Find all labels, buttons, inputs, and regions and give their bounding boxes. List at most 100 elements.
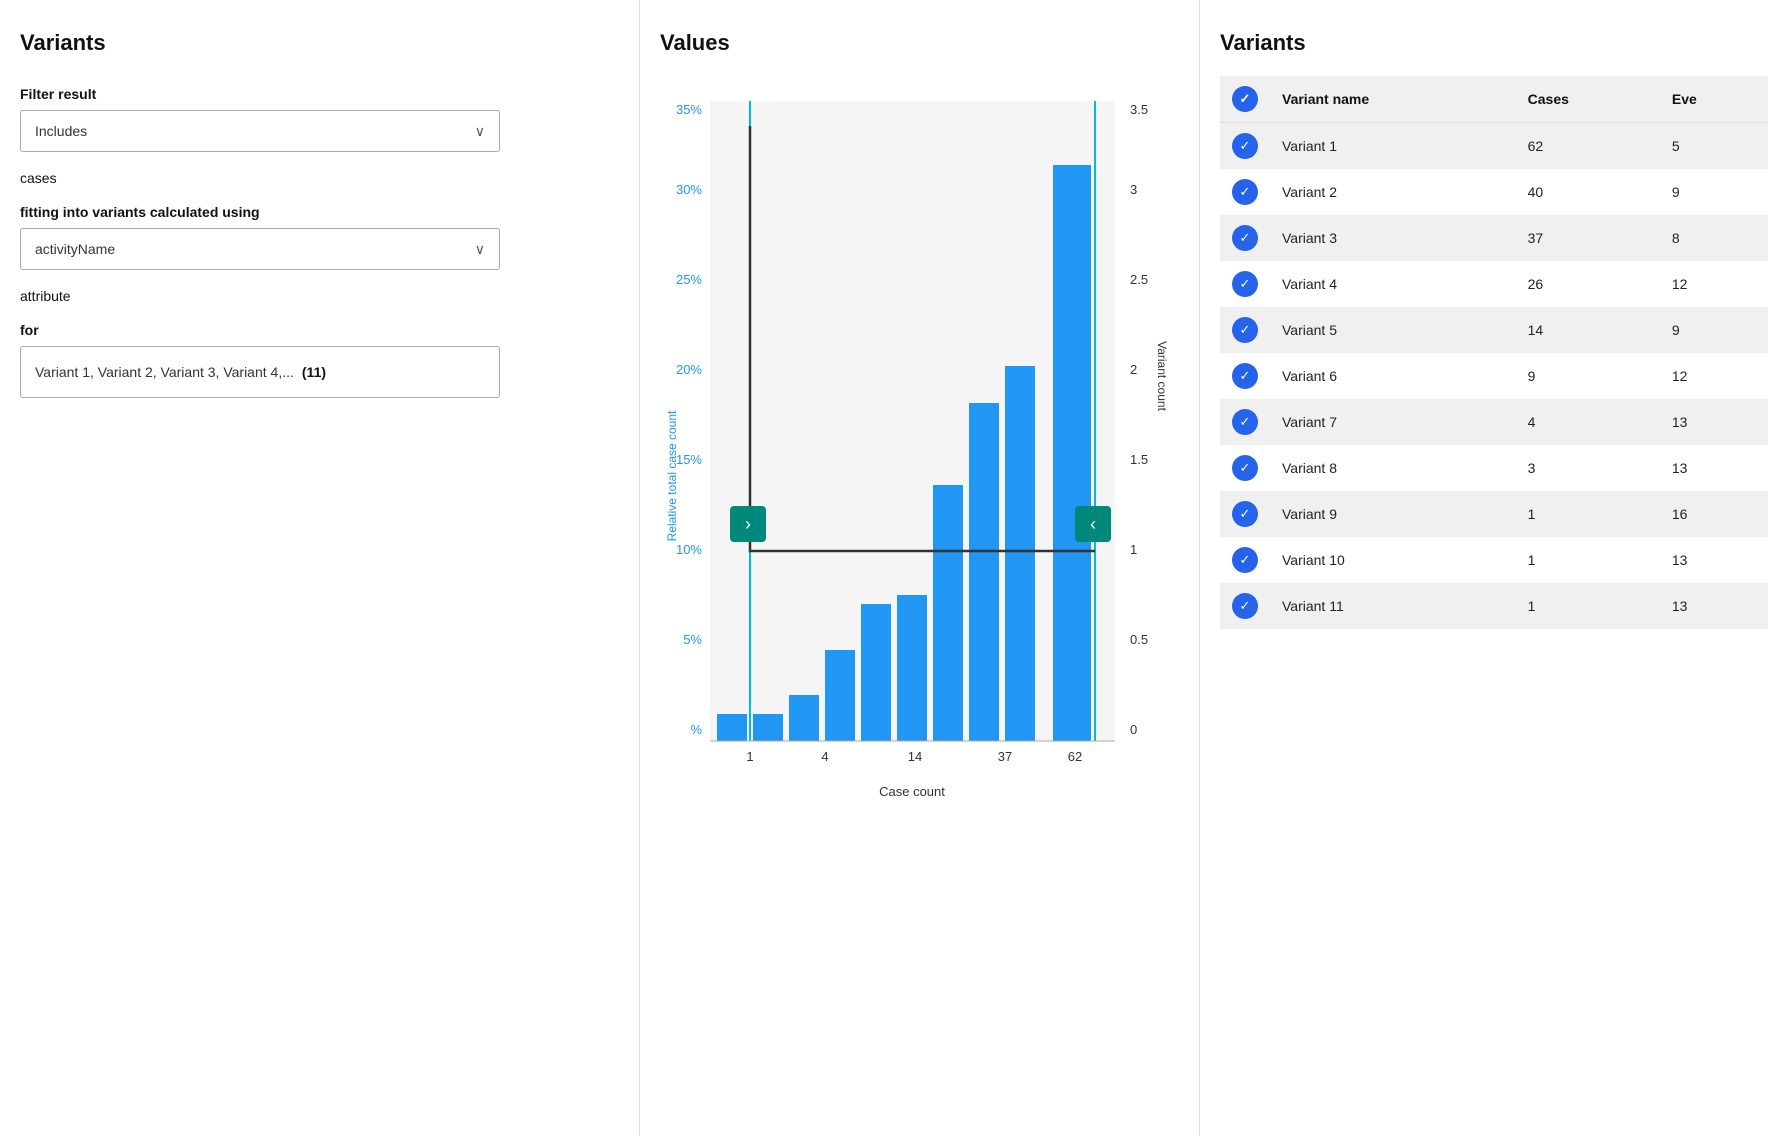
row-check-cell: ✓ — [1220, 123, 1270, 170]
row-variant-name: Variant 10 — [1270, 537, 1516, 583]
for-label: for — [20, 322, 609, 338]
x-tick-1: 1 — [746, 749, 753, 764]
check-circle-icon[interactable]: ✓ — [1232, 547, 1258, 573]
check-circle-icon[interactable]: ✓ — [1232, 363, 1258, 389]
checkmark-icon: ✓ — [1240, 552, 1251, 568]
table-row: ✓ Variant 1 62 5 — [1220, 123, 1768, 170]
row-events: 16 — [1660, 491, 1768, 537]
row-variant-name: Variant 11 — [1270, 583, 1516, 629]
row-cases: 62 — [1516, 123, 1660, 170]
y-label-5: 5% — [683, 632, 702, 647]
middle-panel: Values 35% 30% 25% 20% 15% 10% 5% % 3.5 … — [640, 0, 1200, 1136]
filter-result-label: Filter result — [20, 86, 609, 102]
bar-7 — [933, 485, 963, 741]
check-circle-icon[interactable]: ✓ — [1232, 593, 1258, 619]
left-arrow-icon: › — [745, 514, 751, 534]
row-cases: 1 — [1516, 583, 1660, 629]
variant-count-badge: (11) — [302, 364, 326, 380]
y-axis-right-label: Variant count — [1155, 341, 1169, 411]
row-cases: 4 — [1516, 399, 1660, 445]
header-check-icon[interactable]: ✓ — [1232, 86, 1258, 112]
right-arrow-icon: ‹ — [1090, 514, 1096, 534]
row-events: 5 — [1660, 123, 1768, 170]
th-cases: Cases — [1516, 76, 1660, 123]
row-events: 13 — [1660, 583, 1768, 629]
bar-3 — [789, 695, 819, 741]
check-circle-icon[interactable]: ✓ — [1232, 133, 1258, 159]
yr-label-15: 1.5 — [1130, 452, 1148, 467]
variants-table: ✓ Variant name Cases Eve ✓ Variant 1 62 … — [1220, 76, 1768, 629]
bar-chart: 35% 30% 25% 20% 15% 10% 5% % 3.5 3 2.5 2… — [660, 76, 1170, 976]
y-label-15: 15% — [676, 452, 702, 467]
row-cases: 26 — [1516, 261, 1660, 307]
bar-9 — [1005, 366, 1035, 741]
attribute-section: attribute — [20, 288, 609, 304]
row-variant-name: Variant 4 — [1270, 261, 1516, 307]
row-cases: 3 — [1516, 445, 1660, 491]
row-events: 9 — [1660, 307, 1768, 353]
yr-label-3: 3 — [1130, 182, 1137, 197]
row-check-cell: ✓ — [1220, 169, 1270, 215]
yr-label-2: 2 — [1130, 362, 1137, 377]
y-label-20: 20% — [676, 362, 702, 377]
row-check-cell: ✓ — [1220, 261, 1270, 307]
row-check-cell: ✓ — [1220, 583, 1270, 629]
check-circle-icon[interactable]: ✓ — [1232, 409, 1258, 435]
bar-2 — [753, 714, 783, 741]
row-check-cell: ✓ — [1220, 399, 1270, 445]
y-axis-left-label: Relative total case count — [665, 410, 679, 541]
bar-8 — [969, 403, 999, 741]
row-events: 8 — [1660, 215, 1768, 261]
check-circle-icon[interactable]: ✓ — [1232, 225, 1258, 251]
checkmark-icon: ✓ — [1240, 368, 1251, 384]
row-cases: 9 — [1516, 353, 1660, 399]
yr-label-25: 2.5 — [1130, 272, 1148, 287]
yr-label-1: 1 — [1130, 542, 1137, 557]
yr-label-05: 0.5 — [1130, 632, 1148, 647]
row-variant-name: Variant 1 — [1270, 123, 1516, 170]
table-row: ✓ Variant 7 4 13 — [1220, 399, 1768, 445]
bar-5 — [861, 604, 891, 741]
checkmark-icon: ✓ — [1240, 276, 1251, 292]
cases-section: cases — [20, 170, 609, 186]
checkmark-icon: ✓ — [1240, 91, 1251, 107]
row-variant-name: Variant 5 — [1270, 307, 1516, 353]
variant-list-text: Variant 1, Variant 2, Variant 3, Variant… — [35, 364, 294, 380]
yr-label-0r: 0 — [1130, 722, 1137, 737]
th-check: ✓ — [1220, 76, 1270, 123]
table-row: ✓ Variant 10 1 13 — [1220, 537, 1768, 583]
row-variant-name: Variant 7 — [1270, 399, 1516, 445]
bar-1 — [717, 714, 747, 741]
attribute-label: attribute — [20, 288, 609, 304]
row-check-cell: ✓ — [1220, 491, 1270, 537]
checkmark-icon: ✓ — [1240, 230, 1251, 246]
check-circle-icon[interactable]: ✓ — [1232, 271, 1258, 297]
row-events: 12 — [1660, 353, 1768, 399]
check-circle-icon[interactable]: ✓ — [1232, 501, 1258, 527]
activity-name-value: activityName — [35, 241, 115, 257]
activity-name-select[interactable]: activityName ∨ — [20, 228, 500, 270]
check-circle-icon[interactable]: ✓ — [1232, 317, 1258, 343]
filter-result-select[interactable]: Includes ∨ — [20, 110, 500, 152]
right-panel: Variants ✓ Variant name Cases Eve ✓ Vari… — [1200, 0, 1788, 1136]
filter-result-value: Includes — [35, 123, 87, 139]
bar-6 — [897, 595, 927, 741]
table-row: ✓ Variant 3 37 8 — [1220, 215, 1768, 261]
row-events: 13 — [1660, 445, 1768, 491]
table-row: ✓ Variant 9 1 16 — [1220, 491, 1768, 537]
row-events: 13 — [1660, 399, 1768, 445]
variant-list-box[interactable]: Variant 1, Variant 2, Variant 3, Variant… — [20, 346, 500, 398]
y-label-10: 10% — [676, 542, 702, 557]
row-check-cell: ✓ — [1220, 537, 1270, 583]
row-variant-name: Variant 3 — [1270, 215, 1516, 261]
y-label-35: 35% — [676, 102, 702, 117]
check-circle-icon[interactable]: ✓ — [1232, 179, 1258, 205]
table-row: ✓ Variant 5 14 9 — [1220, 307, 1768, 353]
table-row: ✓ Variant 8 3 13 — [1220, 445, 1768, 491]
y-label-0: % — [690, 722, 702, 737]
table-row: ✓ Variant 4 26 12 — [1220, 261, 1768, 307]
row-cases: 40 — [1516, 169, 1660, 215]
check-circle-icon[interactable]: ✓ — [1232, 455, 1258, 481]
row-check-cell: ✓ — [1220, 445, 1270, 491]
chart-title: Values — [660, 30, 1179, 56]
